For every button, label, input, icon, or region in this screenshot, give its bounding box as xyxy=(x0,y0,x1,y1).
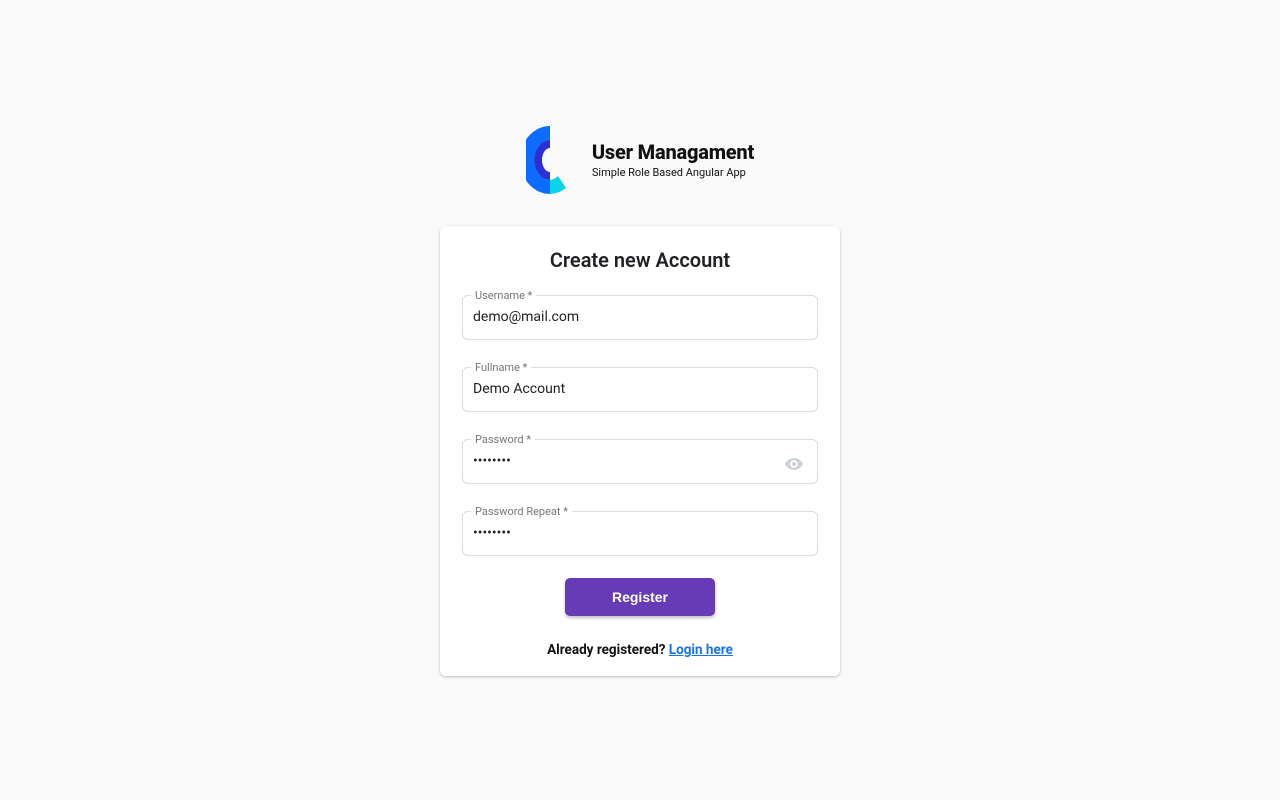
username-field-wrapper: Username * xyxy=(462,290,818,340)
fullname-field-wrapper: Fullname * xyxy=(462,362,818,412)
username-input[interactable] xyxy=(463,297,817,337)
login-prompt: Already registered? Login here xyxy=(462,642,818,658)
brand-header: User Managament Simple Role Based Angula… xyxy=(526,124,754,194)
app-logo-icon xyxy=(526,124,576,194)
password-repeat-field-wrapper: Password Repeat * xyxy=(462,506,818,556)
password-input[interactable] xyxy=(463,441,817,481)
fullname-input[interactable] xyxy=(463,369,817,409)
brand-text: User Managament Simple Role Based Angula… xyxy=(592,140,754,179)
card-title: Create new Account xyxy=(462,248,818,272)
app-title: User Managament xyxy=(592,140,754,164)
password-field-wrapper: Password * xyxy=(462,434,818,484)
page: User Managament Simple Role Based Angula… xyxy=(0,0,1280,800)
eye-icon[interactable] xyxy=(783,453,805,475)
register-button[interactable]: Register xyxy=(565,578,715,616)
password-repeat-input[interactable] xyxy=(463,513,817,553)
app-subtitle: Simple Role Based Angular App xyxy=(592,166,754,179)
register-card: Create new Account Username * Fullname *… xyxy=(440,226,840,676)
login-prompt-text: Already registered? xyxy=(547,642,669,658)
login-link[interactable]: Login here xyxy=(669,642,733,658)
